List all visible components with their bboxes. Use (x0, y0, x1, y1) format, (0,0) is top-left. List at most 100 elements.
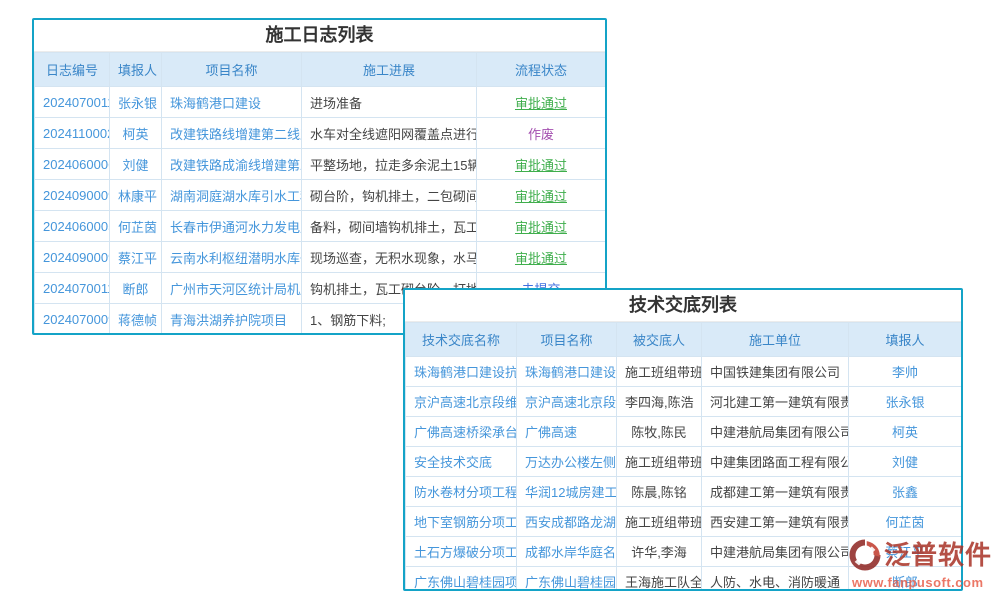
table-row: 2024110002柯英改建铁路线增建第二线直...水车对全线遮阳网覆盖点进行.… (35, 118, 606, 149)
project-cell[interactable]: 京沪高速北京段维修 (517, 387, 617, 417)
project-cell[interactable]: 广佛高速 (517, 417, 617, 447)
unit-cell: 西安建工第一建筑有限责任公司 (702, 507, 849, 537)
person-cell: 王海施工队全队 (617, 567, 702, 592)
status-cell[interactable]: 作废 (477, 118, 606, 149)
column-header: 项目名称 (162, 53, 302, 87)
project-cell[interactable]: 青海洪湖养护院项目 (162, 304, 302, 335)
project-cell[interactable]: 珠海鹤港口建设 (162, 87, 302, 118)
filler-cell[interactable]: 蒋德帧 (110, 304, 162, 335)
id-cell[interactable]: 2024070011 (35, 87, 110, 118)
watermark-url-text: www.fanpusoft.com (846, 575, 994, 590)
filler-cell[interactable]: 蔡江平 (110, 242, 162, 273)
id-cell[interactable]: 2024070009 (35, 304, 110, 335)
id-cell[interactable]: 2024060005 (35, 211, 110, 242)
person-cell: 陈牧,陈民 (617, 417, 702, 447)
table-row: 2024070011张永银珠海鹤港口建设进场准备审批通过 (35, 87, 606, 118)
person-cell: 李四海,陈浩 (617, 387, 702, 417)
name-cell[interactable]: 安全技术交底 (406, 447, 517, 477)
project-cell[interactable]: 万达办公楼左侧A... (517, 447, 617, 477)
project-cell[interactable]: 改建铁路线增建第二线直... (162, 118, 302, 149)
status-cell[interactable]: 审批通过 (477, 180, 606, 211)
column-header: 流程状态 (477, 53, 606, 87)
unit-cell: 中国铁建集团有限公司 (702, 357, 849, 387)
project-cell[interactable]: 长春市伊通河水力发电厂... (162, 211, 302, 242)
column-header: 施工进展 (302, 53, 477, 87)
filler-cell[interactable]: 断郎 (110, 273, 162, 304)
status-cell[interactable]: 审批通过 (477, 87, 606, 118)
status-cell[interactable]: 审批通过 (477, 242, 606, 273)
filler-cell[interactable]: 林康平 (110, 180, 162, 211)
id-cell[interactable]: 2024060006 (35, 149, 110, 180)
column-header: 填报人 (110, 53, 162, 87)
unit-cell: 中建港航局集团有限公司 (702, 417, 849, 447)
progress-cell: 进场准备 (302, 87, 477, 118)
table-row: 2024060006刘健改建铁路成渝线增建第二...平整场地，拉走多余泥土15辆… (35, 149, 606, 180)
progress-cell: 砌台阶，钩机排土，二包砌间... (302, 180, 477, 211)
person-cell: 陈晨,陈铭 (617, 477, 702, 507)
disclosure-window-title[interactable]: 技术交底列表 (405, 290, 961, 322)
name-cell[interactable]: 防水卷材分项工程施... (406, 477, 517, 507)
unit-cell: 中建集团路面工程有限公司 (702, 447, 849, 477)
status-cell[interactable]: 审批通过 (477, 149, 606, 180)
name-cell[interactable]: 珠海鹤港口建设抗浮... (406, 357, 517, 387)
filler-cell[interactable]: 刘健 (110, 149, 162, 180)
column-header: 技术交底名称 (406, 323, 517, 357)
filler-cell[interactable]: 柯英 (849, 417, 962, 447)
project-cell[interactable]: 华润12城房建工... (517, 477, 617, 507)
progress-cell: 备料，砌间墙钩机排土，瓦工... (302, 211, 477, 242)
name-cell[interactable]: 广东佛山碧桂园项目... (406, 567, 517, 592)
unit-cell: 成都建工第一建筑有限责任公司 (702, 477, 849, 507)
column-header: 项目名称 (517, 323, 617, 357)
filler-cell[interactable]: 柯英 (110, 118, 162, 149)
id-cell[interactable]: 2024090009 (35, 242, 110, 273)
id-cell[interactable]: 2024070011 (35, 273, 110, 304)
project-cell[interactable]: 珠海鹤港口建设 (517, 357, 617, 387)
person-cell: 施工班组带班... (617, 447, 702, 477)
name-cell[interactable]: 地下室钢筋分项工程... (406, 507, 517, 537)
name-cell[interactable]: 土石方爆破分项工程... (406, 537, 517, 567)
table-row: 珠海鹤港口建设抗浮...珠海鹤港口建设施工班组带班...中国铁建集团有限公司李帅 (406, 357, 962, 387)
filler-cell[interactable]: 张永银 (110, 87, 162, 118)
person-cell: 施工班组带班... (617, 357, 702, 387)
table-row: 京沪高速北京段维修...京沪高速北京段维修李四海,陈浩河北建工第一建筑有限责任公… (406, 387, 962, 417)
person-cell: 许华,李海 (617, 537, 702, 567)
log-table-header-row: 日志编号填报人项目名称施工进展流程状态 (35, 53, 606, 87)
watermark-brand-text: 泛普软件 (884, 536, 992, 574)
filler-cell[interactable]: 刘健 (849, 447, 962, 477)
fanpu-logo-icon (846, 536, 884, 574)
filler-cell[interactable]: 李帅 (849, 357, 962, 387)
log-window-title[interactable]: 施工日志列表 (34, 20, 605, 52)
id-cell[interactable]: 2024090009 (35, 180, 110, 211)
progress-cell: 水车对全线遮阳网覆盖点进行... (302, 118, 477, 149)
table-row: 2024090009林康平湖南洞庭湖水库引水工程...砌台阶，钩机排土，二包砌间… (35, 180, 606, 211)
project-cell[interactable]: 成都水岸华庭名苑... (517, 537, 617, 567)
unit-cell: 人防、水电、消防暖通 (702, 567, 849, 592)
project-cell[interactable]: 广州市天河区统计局机房... (162, 273, 302, 304)
vendor-watermark: 泛普软件 www.fanpusoft.com (846, 536, 994, 590)
name-cell[interactable]: 京沪高速北京段维修... (406, 387, 517, 417)
project-cell[interactable]: 广东佛山碧桂园项目 (517, 567, 617, 592)
table-row: 防水卷材分项工程施...华润12城房建工...陈晨,陈铭成都建工第一建筑有限责任… (406, 477, 962, 507)
filler-cell[interactable]: 何芷茵 (849, 507, 962, 537)
unit-cell: 河北建工第一建筑有限责任公司 (702, 387, 849, 417)
project-cell[interactable]: 云南水利枢纽潜明水库一... (162, 242, 302, 273)
project-cell[interactable]: 改建铁路成渝线增建第二... (162, 149, 302, 180)
filler-cell[interactable]: 张永银 (849, 387, 962, 417)
name-cell[interactable]: 广佛高速桥梁承台施... (406, 417, 517, 447)
progress-cell: 平整场地，拉走多余泥土15辆... (302, 149, 477, 180)
filler-cell[interactable]: 张鑫 (849, 477, 962, 507)
table-row: 安全技术交底万达办公楼左侧A...施工班组带班...中建集团路面工程有限公司刘健 (406, 447, 962, 477)
filler-cell[interactable]: 何芷茵 (110, 211, 162, 242)
person-cell: 施工班组带班... (617, 507, 702, 537)
id-cell[interactable]: 2024110002 (35, 118, 110, 149)
project-cell[interactable]: 西安成都路龙湖上... (517, 507, 617, 537)
column-header: 日志编号 (35, 53, 110, 87)
column-header: 被交底人 (617, 323, 702, 357)
table-row: 地下室钢筋分项工程...西安成都路龙湖上...施工班组带班...西安建工第一建筑… (406, 507, 962, 537)
unit-cell: 中建港航局集团有限公司 (702, 537, 849, 567)
column-header: 施工单位 (702, 323, 849, 357)
table-row: 广佛高速桥梁承台施...广佛高速陈牧,陈民中建港航局集团有限公司柯英 (406, 417, 962, 447)
project-cell[interactable]: 湖南洞庭湖水库引水工程... (162, 180, 302, 211)
progress-cell: 现场巡查，无积水现象，水马... (302, 242, 477, 273)
status-cell[interactable]: 审批通过 (477, 211, 606, 242)
